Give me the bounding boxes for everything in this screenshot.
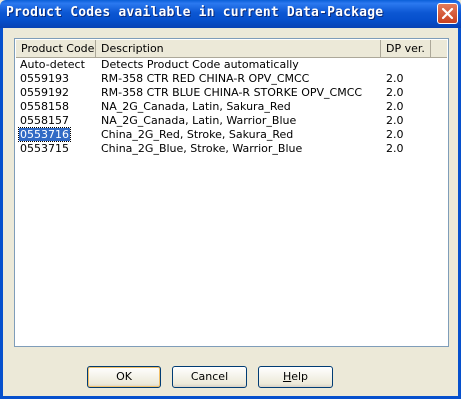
- row-description: NA_2G_Canada, Latin, Sakura_Red: [101, 100, 291, 113]
- close-icon: [441, 7, 454, 20]
- row-product-code: 0553715: [20, 142, 69, 155]
- row-product-code: 0553716: [18, 127, 71, 142]
- list-row[interactable]: 0558158 NA_2G_Canada, Latin, Sakura_Red …: [16, 100, 447, 114]
- help-mnemonic: H: [282, 370, 292, 383]
- window-frame-left: [0, 28, 3, 399]
- row-product-code: 0559192: [20, 86, 69, 99]
- row-dp-version: 2.0: [386, 100, 404, 113]
- row-description: NA_2G_Canada, Latin, Warrior_Blue: [101, 114, 297, 127]
- cancel-button[interactable]: Cancel: [172, 366, 247, 388]
- row-dp-version: 2.0: [386, 114, 404, 127]
- row-dp-version: 2.0: [386, 72, 404, 85]
- column-header-product-code[interactable]: Product Code: [16, 40, 96, 57]
- close-button[interactable]: [437, 3, 458, 24]
- column-header-filler: [431, 40, 448, 57]
- row-product-code: 0559193: [20, 72, 69, 85]
- row-dp-version: 2.0: [386, 142, 404, 155]
- row-product-code: 0558158: [20, 100, 69, 113]
- list-row[interactable]: Auto-detect Detects Product Code automat…: [16, 58, 447, 72]
- title-bar[interactable]: Product Codes available in current Data-…: [0, 0, 461, 28]
- list-row[interactable]: 0558157 NA_2G_Canada, Latin, Warrior_Blu…: [16, 114, 447, 128]
- list-row[interactable]: 0559192 RM-358 CTR BLUE CHINA-R STORKE O…: [16, 86, 447, 100]
- row-description: RM-358 CTR BLUE CHINA-R STORKE OPV_CMCC: [101, 86, 363, 99]
- row-product-code: Auto-detect: [20, 58, 85, 71]
- help-button[interactable]: Help: [258, 366, 333, 388]
- row-description: Detects Product Code automatically: [101, 58, 299, 71]
- row-description: China_2G_Red, Stroke, Sakura_Red: [101, 128, 294, 141]
- column-header-dp-version[interactable]: DP ver.: [381, 40, 431, 57]
- row-description: RM-358 CTR RED CHINA-R OPV_CMCC: [101, 72, 310, 85]
- column-header-description[interactable]: Description: [96, 40, 381, 57]
- row-dp-version: 2.0: [386, 86, 404, 99]
- row-dp-version: 2.0: [386, 128, 404, 141]
- help-label-rest: elp: [291, 370, 309, 383]
- dialog-window: Product Codes available in current Data-…: [0, 0, 461, 399]
- row-product-code: 0558157: [20, 114, 69, 127]
- row-description: China_2G_Blue, Stroke, Warrior_Blue: [101, 142, 303, 155]
- list-row-selected[interactable]: 0553716 China_2G_Red, Stroke, Sakura_Red…: [16, 127, 447, 142]
- window-title: Product Codes available in current Data-…: [6, 5, 384, 20]
- product-code-list[interactable]: Product Code Description DP ver. Auto-de…: [14, 38, 449, 347]
- list-row[interactable]: 0553715 China_2G_Blue, Stroke, Warrior_B…: [16, 142, 447, 156]
- list-rows: Auto-detect Detects Product Code automat…: [16, 58, 447, 156]
- list-row[interactable]: 0559193 RM-358 CTR RED CHINA-R OPV_CMCC …: [16, 72, 447, 86]
- list-header: Product Code Description DP ver.: [16, 40, 447, 58]
- ok-button[interactable]: OK: [87, 366, 161, 388]
